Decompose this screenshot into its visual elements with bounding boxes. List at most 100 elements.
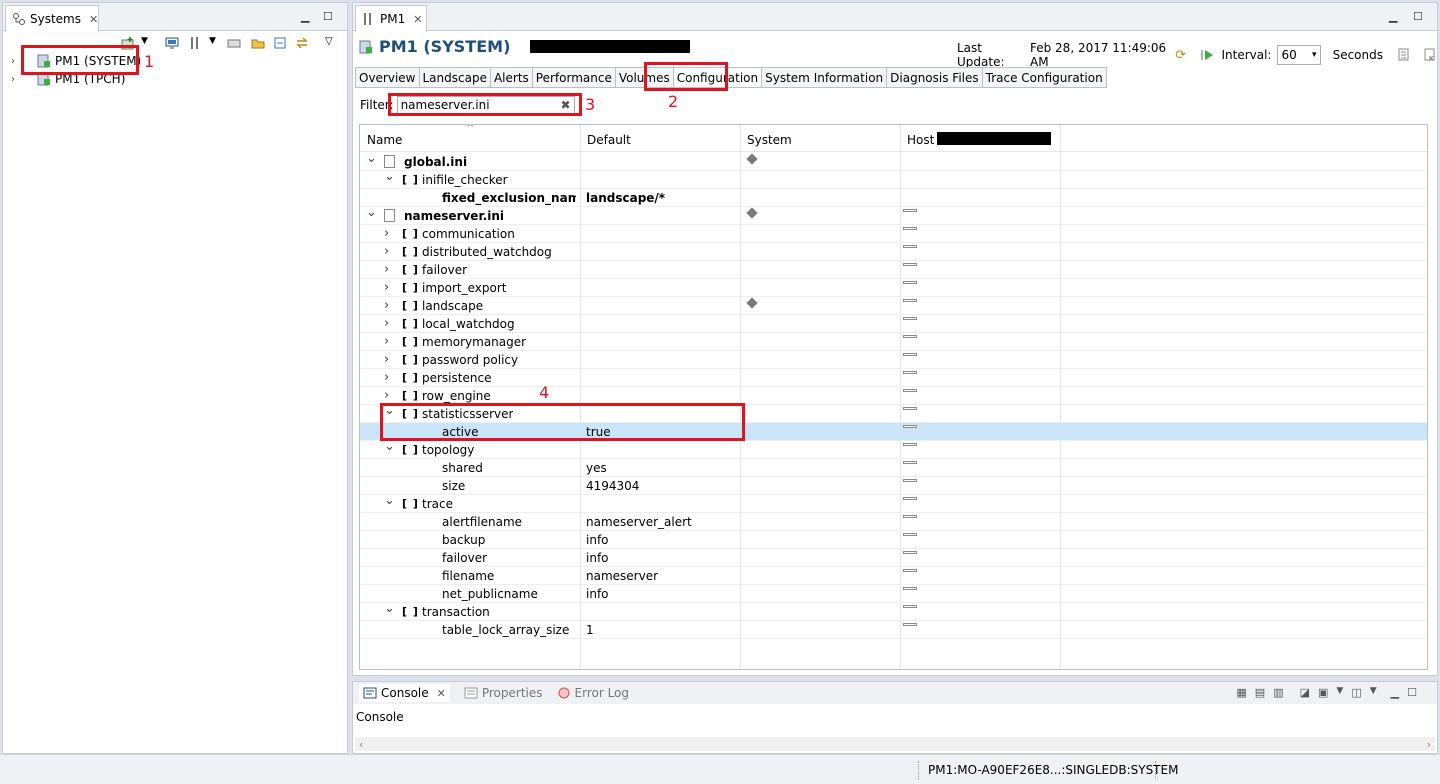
tab-overview[interactable]: Overview xyxy=(355,67,420,88)
table-row[interactable]: › [ ] password policy xyxy=(360,351,1427,369)
table-row[interactable]: › [ ] import_export xyxy=(360,279,1427,297)
table-row[interactable]: shared yes xyxy=(360,459,1427,477)
chevron-down-icon[interactable]: ▼ xyxy=(141,36,155,50)
minimize-icon[interactable]: ▁ xyxy=(1391,686,1399,699)
tab-diagnosis-files[interactable]: Diagnosis Files xyxy=(887,67,983,88)
column-header-default[interactable]: Default xyxy=(587,133,631,147)
chevron-down-icon[interactable]: ⌄ xyxy=(384,439,395,454)
column-header-system[interactable]: System xyxy=(747,133,792,147)
minimize-icon[interactable]: ▁ xyxy=(1389,10,1397,23)
chevron-right-icon[interactable]: › xyxy=(384,334,389,349)
close-icon[interactable]: ✕ xyxy=(89,13,98,26)
table-row[interactable]: › [ ] distributed_watchdog xyxy=(360,243,1427,261)
table-row[interactable]: ⌄ [ ] trace xyxy=(360,493,1427,513)
chevron-right-icon[interactable]: › xyxy=(384,316,389,331)
scroll-left-icon[interactable]: ‹ xyxy=(359,738,363,751)
editor-header: PM1 (SYSTEM) xyxy=(359,37,691,56)
pin-console-icon[interactable]: ◪ xyxy=(1300,686,1310,699)
chevron-down-icon[interactable]: ▼ xyxy=(209,36,223,50)
maximize-icon[interactable]: ☐ xyxy=(323,10,333,23)
refresh-icon[interactable]: ⟳ xyxy=(1175,48,1187,63)
row-name: row_engine xyxy=(422,389,491,403)
table-row[interactable]: ⌄ [ ] transaction xyxy=(360,601,1427,621)
table-row[interactable]: table_lock_array_size 1 xyxy=(360,621,1427,639)
chevron-right-icon[interactable]: › xyxy=(384,280,389,295)
tab-landscape[interactable]: Landscape xyxy=(419,67,491,88)
table-row[interactable]: › [ ] landscape xyxy=(360,297,1427,315)
sql-console-icon[interactable] xyxy=(227,36,241,50)
table-row[interactable]: ⌄ [ ] topology xyxy=(360,439,1427,459)
export-icon[interactable] xyxy=(1423,48,1437,62)
chevron-right-icon[interactable]: › xyxy=(384,352,389,367)
table-row[interactable]: ⌄ global.ini xyxy=(360,151,1427,171)
chevron-down-icon[interactable]: ⌄ xyxy=(366,151,377,166)
chevron-right-icon[interactable]: › xyxy=(384,262,389,277)
pm1-editor: PM1 ✕ ▁ ☐ PM1 (SYSTEM) Last Update: Feb … xyxy=(352,2,1438,676)
link-editor-icon[interactable] xyxy=(295,36,309,50)
configure-icon[interactable] xyxy=(189,36,203,50)
scroll-right-icon[interactable]: › xyxy=(1427,738,1431,751)
table-row[interactable]: › [ ] local_watchdog xyxy=(360,315,1427,333)
view-menu-icon[interactable]: ▽ xyxy=(325,36,339,50)
new-console-icon[interactable]: ◫ xyxy=(1351,686,1361,699)
table-row[interactable]: filename nameserver xyxy=(360,567,1427,585)
open-folder-icon[interactable] xyxy=(251,36,265,50)
tab-error-log[interactable]: Error Log xyxy=(557,686,629,700)
table-row[interactable]: failover info xyxy=(360,549,1427,567)
table-row[interactable]: ⌄ nameserver.ini xyxy=(360,205,1427,225)
tab-properties[interactable]: Properties xyxy=(464,686,543,700)
properties-icon xyxy=(464,686,478,700)
tab-console[interactable]: Console ✕ xyxy=(359,684,450,702)
chevron-right-icon[interactable]: › xyxy=(384,298,389,313)
table-row[interactable]: › [ ] communication xyxy=(360,225,1427,243)
tab-alerts[interactable]: Alerts xyxy=(490,67,533,88)
maximize-icon[interactable]: ☐ xyxy=(1407,686,1417,699)
chevron-right-icon[interactable]: › xyxy=(384,244,389,259)
horizontal-scrollbar[interactable]: ‹ › xyxy=(355,737,1435,751)
clear-console-icon[interactable]: ▦ xyxy=(1236,686,1246,699)
maximize-icon[interactable]: ☐ xyxy=(1413,10,1423,23)
chevron-down-icon[interactable]: ⌄ xyxy=(366,205,377,220)
chevron-right-icon[interactable]: › xyxy=(384,388,389,403)
monitor-icon[interactable] xyxy=(165,36,179,50)
tab-trace-configuration[interactable]: Trace Configuration xyxy=(982,67,1107,88)
section-icon: [ ] xyxy=(402,263,419,276)
systems-tab[interactable]: Systems ✕ xyxy=(5,5,99,32)
table-row[interactable]: fixed_exclusion_nameser landscape/* xyxy=(360,189,1427,207)
pm1-tab[interactable]: PM1 ✕ xyxy=(355,5,427,32)
table-row[interactable]: alertfilename nameserver_alert xyxy=(360,513,1427,531)
display-console-icon[interactable]: ▣ xyxy=(1318,686,1328,699)
chevron-down-icon[interactable]: ⌄ xyxy=(384,601,395,616)
chevron-down-icon[interactable]: ▼ xyxy=(1370,686,1377,699)
column-header-name[interactable]: Name xyxy=(367,133,402,147)
chevron-right-icon[interactable]: › xyxy=(11,74,23,85)
chevron-down-icon[interactable]: ⌄ xyxy=(384,169,395,184)
row-name: landscape xyxy=(422,299,484,313)
collapse-all-icon[interactable] xyxy=(273,36,287,50)
chevron-down-icon[interactable]: ⌄ xyxy=(384,493,395,508)
table-row[interactable]: backup info xyxy=(360,531,1427,549)
chevron-right-icon[interactable]: › xyxy=(384,370,389,385)
row-name: table_lock_array_size xyxy=(442,623,570,637)
close-icon[interactable]: ✕ xyxy=(437,687,446,700)
start-refresh-icon[interactable] xyxy=(1201,48,1215,62)
table-row[interactable]: ⌄ [ ] inifile_checker xyxy=(360,169,1427,189)
scroll-lock-icon[interactable]: ▤ xyxy=(1255,686,1265,699)
table-row[interactable]: › [ ] failover xyxy=(360,261,1427,279)
close-icon[interactable]: ✕ xyxy=(413,13,422,26)
copy-icon[interactable] xyxy=(1397,48,1411,62)
column-header-host[interactable]: Host xyxy=(907,133,934,147)
host-value-dash-icon xyxy=(903,533,917,536)
table-row[interactable]: › [ ] persistence xyxy=(360,369,1427,387)
interval-select[interactable]: 60 ▾ xyxy=(1277,45,1321,65)
minimize-icon[interactable]: ▁ xyxy=(301,10,309,23)
tab-system-information[interactable]: System Information xyxy=(762,67,888,88)
tab-performance[interactable]: Performance xyxy=(532,67,616,88)
chevron-right-icon[interactable]: › xyxy=(384,226,389,241)
chevron-down-icon[interactable]: ▼ xyxy=(1336,686,1343,699)
table-row[interactable]: size 4194304 xyxy=(360,477,1427,495)
row-default-value: info xyxy=(586,551,609,565)
table-row[interactable]: › [ ] memorymanager xyxy=(360,333,1427,351)
table-row[interactable]: net_publicname info xyxy=(360,585,1427,603)
word-wrap-icon[interactable]: ▥ xyxy=(1273,686,1283,699)
